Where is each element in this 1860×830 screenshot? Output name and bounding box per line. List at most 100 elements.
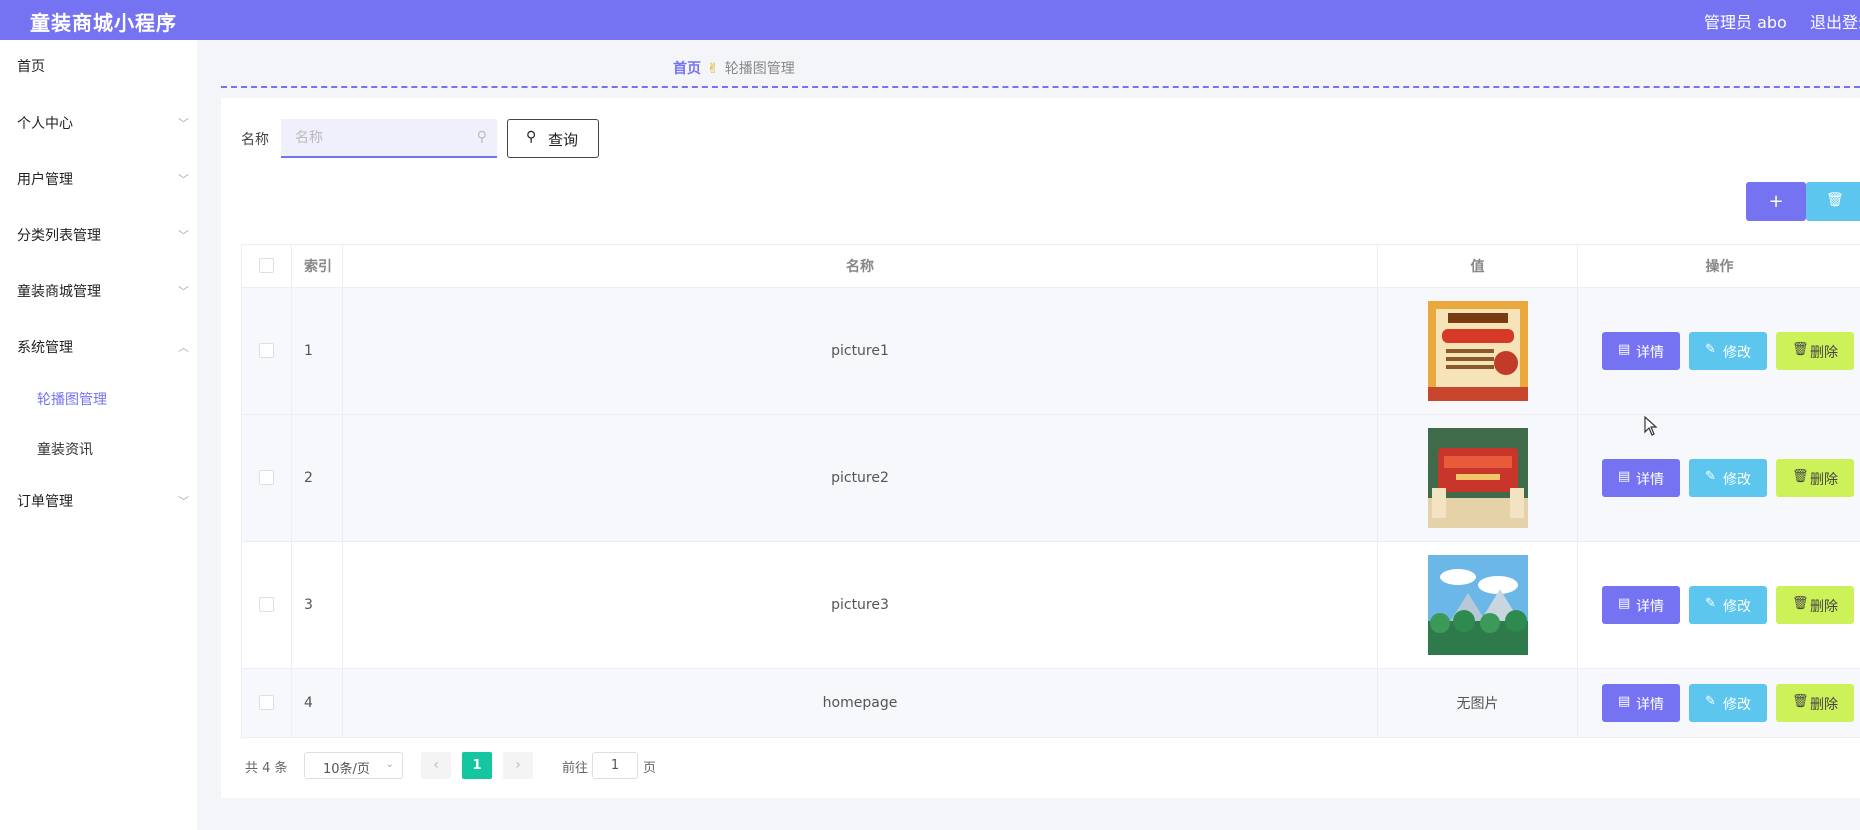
- app-title: 童装商城小程序: [30, 11, 177, 35]
- breadcrumb-current: 轮播图管理: [724, 61, 795, 77]
- top-bar: 童装商城小程序 管理员 abo 退出登录: [0, 0, 1860, 40]
- sidebar-item-shop-management[interactable]: 童装商城管理 ﹀: [0, 271, 197, 311]
- logout-link[interactable]: 退出登录: [1810, 9, 1860, 33]
- trash-icon: 🗑: [1792, 694, 1809, 709]
- pagination: 共 4 条 10条/页 ⌄ ‹ 1 › 前往 页: [245, 752, 845, 780]
- edit-button-label: 修改: [1723, 472, 1751, 488]
- row-name: picture2: [831, 470, 889, 486]
- chevron-down-icon: ﹀: [178, 117, 189, 130]
- detail-button[interactable]: ▤ 详情: [1602, 332, 1680, 370]
- detail-button-label: 详情: [1636, 345, 1664, 361]
- detail-button-label: 详情: [1636, 599, 1664, 615]
- batch-delete-button[interactable]: 🗑: [1806, 182, 1860, 221]
- table-row: 3 picture3 ▤ 详情 ✎ 修改 🗑 删除: [242, 542, 1860, 669]
- edit-button[interactable]: ✎ 修改: [1689, 459, 1767, 497]
- prev-page-button[interactable]: ‹: [421, 752, 451, 779]
- row-checkbox[interactable]: [259, 470, 274, 485]
- chevron-down-icon: ﹀: [178, 229, 189, 242]
- document-icon: ▤: [1618, 469, 1631, 484]
- page-unit-label: 页: [643, 761, 657, 776]
- chevron-down-icon: ﹀: [178, 285, 189, 298]
- edit-button[interactable]: ✎ 修改: [1689, 684, 1767, 722]
- row-value: 无图片: [1456, 696, 1499, 712]
- page-number-current[interactable]: 1: [462, 752, 492, 779]
- page-size-select[interactable]: 10条/页 ⌄: [304, 752, 403, 779]
- sidebar-item-label: 首页: [17, 59, 45, 75]
- sidebar-item-system-management[interactable]: 系统管理 ︿: [0, 327, 197, 367]
- breadcrumb-home[interactable]: 首页: [673, 61, 701, 77]
- data-table: 索引 名称 值 操作 1 picture1 ▤ 详情 ✎ 修改 🗑 删除 2 p…: [241, 244, 1860, 739]
- sidebar-item-label: 个人中心: [17, 116, 73, 132]
- delete-button[interactable]: 🗑 删除: [1776, 332, 1854, 370]
- row-checkbox[interactable]: [259, 695, 274, 710]
- sidebar-item-home[interactable]: 首页: [0, 46, 197, 86]
- trash-icon: 🗑: [1792, 469, 1809, 484]
- row-index: 3: [304, 597, 313, 613]
- document-icon: ▤: [1618, 342, 1631, 357]
- sidebar-item-label: 童装商城管理: [17, 284, 101, 300]
- carousel-image-thumbnail[interactable]: [1428, 555, 1528, 655]
- delete-button-label: 删除: [1810, 345, 1838, 361]
- carousel-image-thumbnail[interactable]: [1428, 428, 1528, 528]
- delete-button-label: 删除: [1810, 697, 1838, 713]
- sidebar-item-category-management[interactable]: 分类列表管理 ﹀: [0, 215, 197, 255]
- sidebar-item-user-management[interactable]: 用户管理 ﹀: [0, 159, 197, 199]
- document-icon: ▤: [1618, 596, 1631, 611]
- document-icon: ▤: [1618, 694, 1631, 709]
- chevron-up-icon: ︿: [178, 341, 189, 354]
- goto-label: 前往: [562, 761, 589, 776]
- row-name: picture3: [831, 597, 889, 613]
- sidebar-item-label: 分类列表管理: [17, 228, 101, 244]
- pencil-icon: ✎: [1705, 694, 1716, 709]
- sidebar-subitem-news[interactable]: 童装资讯: [0, 429, 197, 469]
- detail-button-label: 详情: [1636, 697, 1664, 713]
- add-button[interactable]: +: [1746, 182, 1806, 221]
- detail-button[interactable]: ▤ 详情: [1602, 684, 1680, 722]
- trash-icon: 🗑: [1792, 596, 1809, 611]
- edit-button-label: 修改: [1723, 599, 1751, 615]
- next-page-button[interactable]: ›: [503, 752, 533, 779]
- table-header-row: 索引 名称 值 操作: [242, 245, 1860, 288]
- chevron-down-icon: ﹀: [178, 495, 189, 508]
- select-all-checkbox[interactable]: [259, 258, 274, 273]
- header-index: 索引: [304, 259, 332, 275]
- sidebar-item-label: 用户管理: [17, 172, 73, 188]
- sidebar-item-personal-center[interactable]: 个人中心 ﹀: [0, 103, 197, 143]
- header-name: 名称: [846, 259, 874, 275]
- delete-button[interactable]: 🗑 删除: [1776, 586, 1854, 624]
- sidebar-subitem-label: 童装资讯: [37, 442, 93, 458]
- sidebar-subitem-carousel[interactable]: 轮播图管理: [0, 379, 197, 419]
- hand-icon: ✌: [707, 61, 719, 77]
- row-name: picture1: [831, 343, 889, 359]
- pencil-icon: ✎: [1705, 596, 1716, 611]
- edit-button[interactable]: ✎ 修改: [1689, 586, 1767, 624]
- query-button[interactable]: ⚲ 查询: [507, 119, 599, 158]
- delete-button[interactable]: 🗑 删除: [1776, 459, 1854, 497]
- edit-button-label: 修改: [1723, 345, 1751, 361]
- sidebar: 首页 个人中心 ﹀ 用户管理 ﹀ 分类列表管理 ﹀ 童装商城管理 ﹀ 系统管理 …: [0, 40, 197, 830]
- carousel-image-thumbnail[interactable]: [1428, 301, 1528, 401]
- edit-button-label: 修改: [1723, 697, 1751, 713]
- row-name: homepage: [822, 695, 898, 711]
- admin-name: 管理员 abo: [1704, 13, 1787, 32]
- pencil-icon: ✎: [1705, 469, 1716, 484]
- row-checkbox[interactable]: [259, 597, 274, 612]
- edit-button[interactable]: ✎ 修改: [1689, 332, 1767, 370]
- search-input[interactable]: [281, 119, 471, 156]
- page-size-value: 10条/页: [323, 762, 370, 777]
- pagination-total: 共 4 条: [245, 761, 288, 776]
- detail-button[interactable]: ▤ 详情: [1602, 586, 1680, 624]
- goto-page-input[interactable]: [592, 752, 638, 779]
- chevron-down-icon: ﹀: [178, 173, 189, 186]
- sidebar-item-label: 订单管理: [17, 494, 73, 510]
- chevron-down-icon: ⌄: [385, 759, 394, 770]
- detail-button[interactable]: ▤ 详情: [1602, 459, 1680, 497]
- detail-button-label: 详情: [1636, 472, 1664, 488]
- search-icon: ⚲: [526, 129, 537, 145]
- sidebar-item-order-management[interactable]: 订单管理 ﹀: [0, 481, 197, 521]
- query-button-label: 查询: [548, 131, 579, 149]
- table-row: 2 picture2 ▤ 详情 ✎ 修改 🗑 删除: [242, 415, 1860, 542]
- mouse-cursor-icon: [1644, 415, 1658, 440]
- row-checkbox[interactable]: [259, 343, 274, 358]
- delete-button[interactable]: 🗑 删除: [1776, 684, 1854, 722]
